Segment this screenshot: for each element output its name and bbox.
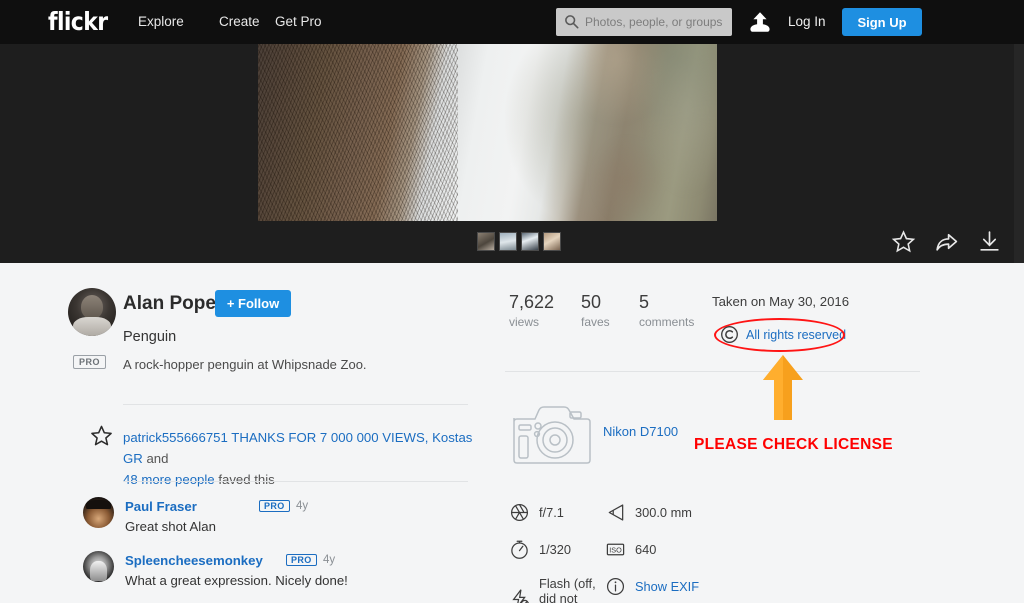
upload-cloud-icon[interactable] xyxy=(748,10,772,32)
views-count: 7,622 xyxy=(509,292,555,312)
avatar-body xyxy=(73,317,111,336)
search-box[interactable] xyxy=(556,8,732,36)
exif-focal-length: 300.0 mm xyxy=(605,502,692,523)
camera-icon xyxy=(513,406,591,464)
stat-comments: 5 comments xyxy=(639,292,694,329)
nav-get-pro[interactable]: Get Pro xyxy=(275,14,322,29)
flickr-logo[interactable]: flickr xyxy=(48,7,108,36)
nav-create[interactable]: Create xyxy=(219,14,260,29)
search-icon xyxy=(565,15,579,29)
photo-description: A rock-hopper penguin at Whipsnade Zoo. xyxy=(123,357,367,372)
divider-above-comments xyxy=(123,481,468,482)
owner-pro-badge: PRO xyxy=(73,355,107,369)
shutter-value: 1/320 xyxy=(539,542,572,557)
taken-on-date: Taken on May 30, 2016 xyxy=(712,294,850,309)
comment-time: 4y xyxy=(296,500,309,512)
owner-name[interactable]: Alan Pope xyxy=(123,293,216,315)
search-input[interactable] xyxy=(585,8,727,36)
flash-off-icon xyxy=(512,589,529,603)
copyright-icon xyxy=(721,326,738,343)
show-exif-label[interactable]: Show EXIF xyxy=(635,579,699,594)
camera-model[interactable]: Nikon D7100 xyxy=(603,424,678,439)
lens-icon xyxy=(608,504,624,521)
commenter-name[interactable]: Spleencheesemonkey xyxy=(125,553,263,568)
annotation-arrow-icon xyxy=(763,355,803,420)
follow-button[interactable]: + Follow xyxy=(215,290,291,317)
stat-faves: 50 faves xyxy=(581,292,610,329)
thumbnail-2[interactable] xyxy=(499,232,517,251)
faves-label: faves xyxy=(581,315,610,329)
commenter-name[interactable]: Paul Fraser xyxy=(125,499,197,514)
license-text: All rights reserved xyxy=(746,327,847,342)
focal-length-value: 300.0 mm xyxy=(635,505,692,520)
favorite-icon[interactable] xyxy=(891,229,916,254)
flash-value: Flash (off, did not fire) xyxy=(539,576,596,603)
owner-avatar[interactable] xyxy=(68,288,116,336)
commenter-pro-badge: PRO xyxy=(259,500,290,512)
share-icon[interactable] xyxy=(934,229,959,254)
signup-button[interactable]: Sign Up xyxy=(842,8,922,36)
faves-users-link[interactable]: patrick555666751 THANKS FOR 7 000 000 VI… xyxy=(123,430,472,466)
exif-show-exif[interactable]: Show EXIF xyxy=(605,576,699,597)
nav-explore[interactable]: Explore xyxy=(138,14,184,29)
svg-text:ISO: ISO xyxy=(609,545,622,554)
commenter-pro-badge: PRO xyxy=(286,554,317,566)
iso-value: 640 xyxy=(635,542,657,557)
divider-above-faves xyxy=(123,404,468,405)
comment-body: Great shot Alan xyxy=(125,519,216,534)
flickr-photo-page: flickr Explore Create Get Pro Log In Sig… xyxy=(0,0,1024,603)
faves-and-word: and xyxy=(142,451,169,466)
divider-above-exif xyxy=(505,371,920,372)
stopwatch-icon xyxy=(511,540,528,559)
comments-count: 5 xyxy=(639,292,650,312)
comment-body: What a great expression. Nicely done! xyxy=(125,573,348,588)
annotation-callout-text: PLEASE CHECK LICENSE xyxy=(694,436,893,453)
commenter-avatar[interactable] xyxy=(83,551,114,582)
faves-more-people-link[interactable]: 48 more people xyxy=(123,472,215,487)
aperture-value: f/7.1 xyxy=(539,505,564,520)
photo-title[interactable]: Penguin xyxy=(123,329,176,345)
avatar-face xyxy=(81,295,103,319)
download-icon[interactable] xyxy=(977,229,1002,254)
exif-aperture: f/7.1 xyxy=(509,502,564,523)
photo-actions xyxy=(891,229,1002,254)
thumbnail-1[interactable] xyxy=(477,232,495,251)
exif-flash: Flash (off, did not fire) xyxy=(509,576,599,603)
comments-label: comments xyxy=(639,315,695,329)
top-header: flickr Explore Create Get Pro Log In Sig… xyxy=(0,0,1024,44)
login-link[interactable]: Log In xyxy=(788,14,826,29)
thumbnail-strip xyxy=(477,232,561,251)
aperture-icon xyxy=(510,503,529,522)
info-icon xyxy=(606,577,625,596)
thumbnail-4[interactable] xyxy=(543,232,561,251)
faves-count: 50 xyxy=(581,292,602,312)
faves-suffix: faved this xyxy=(214,472,275,487)
thumbnail-3[interactable] xyxy=(521,232,539,251)
stat-views: 7,622 views xyxy=(509,292,554,329)
license-link[interactable]: All rights reserved xyxy=(720,325,846,344)
comment-time: 4y xyxy=(323,554,336,566)
commenter-avatar[interactable] xyxy=(83,497,114,528)
exif-shutter: 1/320 xyxy=(509,539,571,560)
views-label: views xyxy=(509,315,540,329)
exif-iso: ISO 640 xyxy=(605,539,656,560)
star-outline-icon xyxy=(91,425,112,446)
iso-icon: ISO xyxy=(606,543,625,556)
